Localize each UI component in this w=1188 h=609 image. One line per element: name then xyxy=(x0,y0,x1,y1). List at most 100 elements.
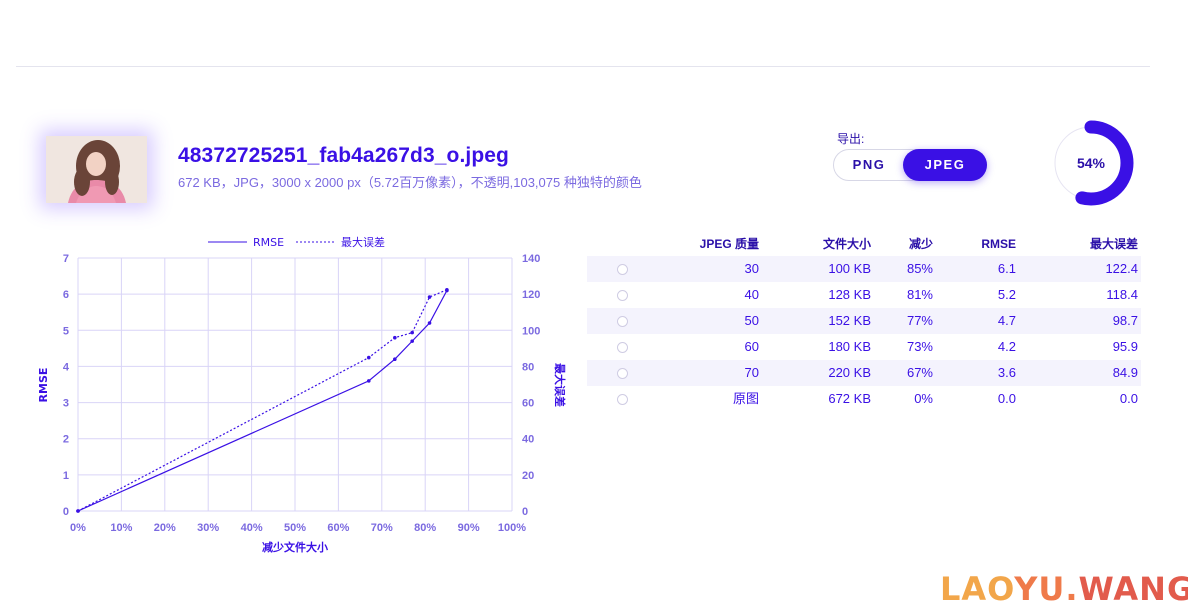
y2-tick-label: 20 xyxy=(522,470,534,482)
y2-tick-label: 120 xyxy=(522,289,540,301)
table-row[interactable]: 40 128 KB 81% 5.2 118.4 xyxy=(587,282,1141,308)
data-point xyxy=(366,355,371,360)
table-header: JPEG 质量 文件大小 减少 RMSE 最大误差 xyxy=(587,232,1141,256)
export-png-button[interactable]: PNG xyxy=(834,150,904,180)
watermark-part: LAO xyxy=(940,570,1015,608)
data-point xyxy=(393,357,397,361)
y2-axis-title: 最大误差 xyxy=(553,363,567,407)
table-row[interactable]: 50 152 KB 77% 4.7 98.7 xyxy=(587,308,1141,334)
x-tick-label: 10% xyxy=(110,522,132,534)
x-tick-label: 0% xyxy=(70,522,86,534)
row-select-radio[interactable] xyxy=(617,342,628,353)
y-tick-label: 2 xyxy=(63,434,69,446)
legend-label: RMSE xyxy=(253,236,284,249)
y2-tick-label: 140 xyxy=(522,253,540,265)
file-meta: 672 KB，JPG，3000 x 2000 px（5.72百万像素），不透明,… xyxy=(178,175,642,190)
cell-reduction: 77% xyxy=(906,313,933,328)
results-table: JPEG 质量 文件大小 减少 RMSE 最大误差 30 100 KB 85% … xyxy=(587,232,1141,412)
chart-series xyxy=(76,288,449,513)
header-size: 文件大小 xyxy=(822,237,871,251)
y2-tick-label: 0 xyxy=(522,506,528,518)
cell-size: 128 KB xyxy=(828,287,871,302)
y-tick-label: 1 xyxy=(63,470,69,482)
cell-max-error: 84.9 xyxy=(1112,365,1138,380)
cell-reduction: 81% xyxy=(906,287,933,302)
y2-tick-label: 100 xyxy=(522,325,540,337)
header-quality: JPEG 质量 xyxy=(699,237,759,251)
cell-rmse: 6.1 xyxy=(997,261,1016,276)
cell-reduction: 85% xyxy=(906,261,933,276)
cell-size: 672 KB xyxy=(828,391,871,406)
cell-max-error: 98.7 xyxy=(1112,313,1138,328)
cell-quality: 30 xyxy=(744,261,759,276)
data-point xyxy=(427,295,432,299)
row-select-radio[interactable] xyxy=(617,368,628,379)
header-max-error: 最大误差 xyxy=(1089,237,1138,251)
x-tick-label: 100% xyxy=(498,522,526,534)
x-tick-label: 90% xyxy=(458,522,480,534)
row-select-radio[interactable] xyxy=(617,290,628,301)
header-reduction: 减少 xyxy=(908,237,933,251)
y2-tick-label: 80 xyxy=(522,361,534,373)
cell-size: 220 KB xyxy=(828,365,871,380)
cell-max-error: 122.4 xyxy=(1105,261,1138,276)
data-point xyxy=(393,335,397,340)
y-tick-label: 7 xyxy=(63,253,69,265)
header-rmse: RMSE xyxy=(981,237,1016,251)
table-row[interactable]: 70 220 KB 67% 3.6 84.9 xyxy=(587,360,1141,386)
table-row[interactable]: 60 180 KB 73% 4.2 95.9 xyxy=(587,334,1141,360)
chart-grid xyxy=(77,257,513,512)
file-name: 48372725251_fab4a267d3_o.jpeg xyxy=(178,144,509,167)
export-format-toggle: PNG JPEG xyxy=(833,149,987,181)
cell-max-error: 0.0 xyxy=(1119,391,1138,406)
x-tick-label: 20% xyxy=(154,522,176,534)
x-tick-label: 80% xyxy=(414,522,436,534)
y-tick-label: 4 xyxy=(63,361,70,373)
x-tick-label: 70% xyxy=(371,522,393,534)
y-tick-label: 3 xyxy=(63,398,69,410)
export-jpeg-button[interactable]: JPEG xyxy=(903,149,987,181)
table-row[interactable]: 原图 672 KB 0% 0.0 0.0 xyxy=(587,386,1141,412)
series-line xyxy=(77,289,448,512)
cell-size: 100 KB xyxy=(828,261,871,276)
data-point xyxy=(445,288,449,292)
cell-rmse: 5.2 xyxy=(997,287,1016,302)
cell-rmse: 4.2 xyxy=(997,339,1016,354)
cell-max-error: 118.4 xyxy=(1106,287,1138,302)
cell-reduction: 0% xyxy=(914,391,933,406)
cell-rmse: 3.6 xyxy=(997,365,1016,380)
table-row[interactable]: 30 100 KB 85% 6.1 122.4 xyxy=(587,256,1141,282)
cell-quality: 60 xyxy=(744,339,759,354)
cell-size: 152 KB xyxy=(828,313,871,328)
row-select-radio[interactable] xyxy=(617,394,628,405)
x-axis-title: 减少文件大小 xyxy=(262,540,328,554)
image-thumbnail[interactable] xyxy=(46,136,147,203)
chart-legend: RMSE 最大误差 xyxy=(208,235,385,249)
data-point xyxy=(427,321,432,325)
cell-quality: 原图 xyxy=(732,391,759,406)
y2-tick-label: 60 xyxy=(522,398,534,410)
data-point xyxy=(366,379,371,383)
top-divider xyxy=(16,66,1150,67)
export-label: 导出: xyxy=(837,132,865,146)
data-point xyxy=(76,509,80,513)
x-tick-label: 60% xyxy=(327,522,349,534)
y2-tick-label: 40 xyxy=(522,434,534,446)
progress-value: 54% xyxy=(1076,155,1106,171)
y2-axis-ticks: 0 20 40 60 80 100 120 140 xyxy=(522,253,540,518)
cell-quality: 40 xyxy=(744,287,759,302)
cell-rmse: 4.7 xyxy=(997,313,1016,328)
x-tick-label: 50% xyxy=(284,522,306,534)
y-axis-title: RMSE xyxy=(37,368,50,403)
y-tick-label: 5 xyxy=(63,325,69,337)
data-point xyxy=(410,330,414,335)
series-line xyxy=(77,290,448,512)
row-select-radio[interactable] xyxy=(617,264,628,275)
row-select-radio[interactable] xyxy=(617,316,628,327)
cell-reduction: 73% xyxy=(906,339,933,354)
x-tick-label: 40% xyxy=(241,522,263,534)
quality-chart: 0% 10% 20% 30% 40% 50% 60% 70% 80% 90% 100% 0 1 2 3 4 5… xyxy=(37,235,567,554)
y-tick-label: 6 xyxy=(63,289,69,301)
watermark-part: YU. xyxy=(1014,570,1079,608)
legend-label: 最大误差 xyxy=(341,235,385,249)
